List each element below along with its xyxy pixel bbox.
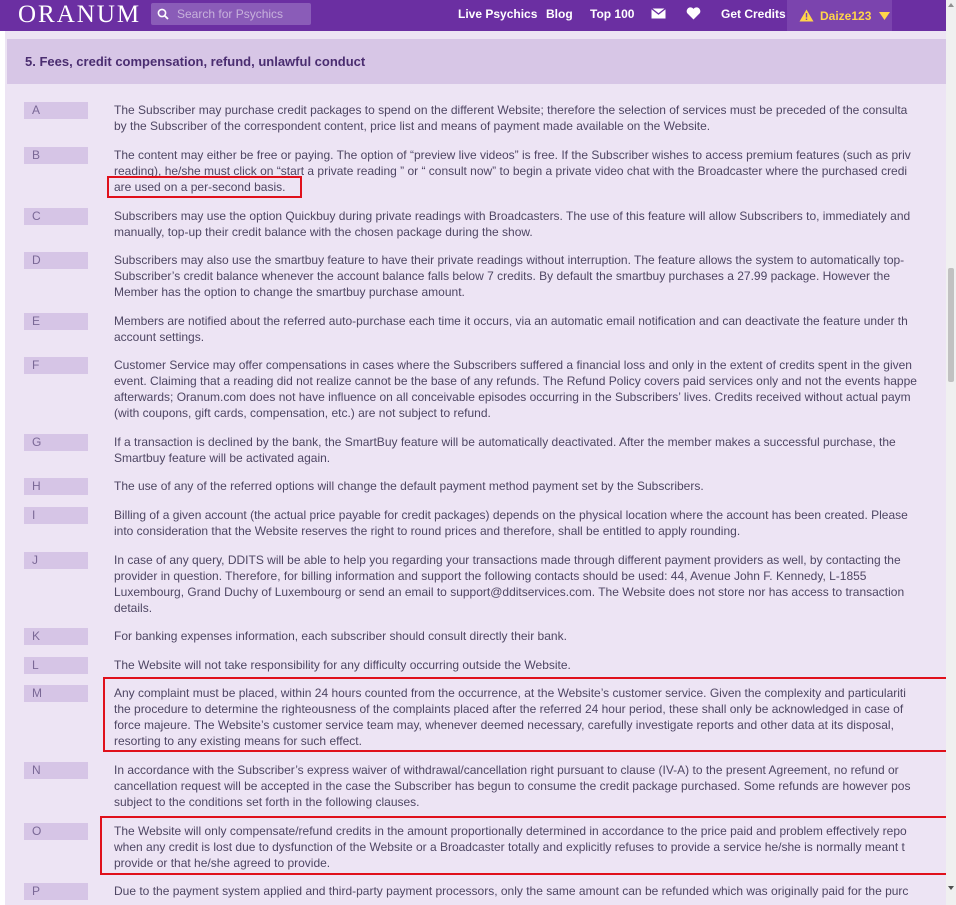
heart-icon[interactable] bbox=[686, 7, 701, 20]
clause-text: Billing of a given account (the actual p… bbox=[114, 508, 908, 538]
terms-content: 5. Fees, credit compensation, refund, un… bbox=[5, 31, 946, 905]
oranum-logo[interactable]: ORANUM bbox=[18, 0, 141, 31]
clause-letter: N bbox=[24, 762, 88, 779]
clause-text: The Website will only compensate/refund … bbox=[114, 824, 907, 870]
user-menu[interactable]: Daize123 bbox=[787, 0, 892, 31]
nav-live-psychics[interactable]: Live Psychics bbox=[458, 0, 537, 31]
clause-text: If a transaction is declined by the bank… bbox=[114, 435, 896, 465]
clause-text: In accordance with the Subscriber’s expr… bbox=[114, 763, 911, 809]
clause-text: In case of any query, DDITS will be able… bbox=[114, 553, 905, 615]
vertical-scrollbar[interactable] bbox=[946, 0, 956, 905]
clause-text: Subscribers may also use the smartbuy fe… bbox=[114, 253, 905, 299]
username: Daize123 bbox=[820, 8, 872, 23]
get-credits-link[interactable]: Get Credits bbox=[721, 0, 786, 31]
clause-letter: K bbox=[24, 628, 88, 645]
clause-text: Any complaint must be placed, within 24 … bbox=[114, 686, 906, 748]
clause-letter: E bbox=[24, 313, 88, 330]
scrollbar-thumb[interactable] bbox=[948, 268, 954, 382]
clause-text: For banking expenses information, each s… bbox=[114, 629, 567, 643]
clause-letter: P bbox=[24, 883, 88, 900]
clause-text: The content may either be free or paying… bbox=[114, 148, 911, 194]
search-box[interactable] bbox=[151, 3, 311, 25]
top-navigation-bar: ORANUM Live Psychics Blog Top 100 Get Cr… bbox=[0, 0, 946, 31]
clause-text: Subscribers may use the option Quickbuy … bbox=[114, 209, 911, 239]
clause-letter: M bbox=[24, 685, 88, 702]
clause-letter: C bbox=[24, 208, 88, 225]
clause-letter: B bbox=[24, 147, 88, 164]
clause-letter: F bbox=[24, 357, 88, 374]
chevron-down-icon bbox=[879, 11, 891, 20]
warning-icon bbox=[799, 9, 814, 22]
clause-text: The use of any of the referred options w… bbox=[114, 479, 704, 493]
clause-letter: O bbox=[24, 823, 88, 840]
scroll-down-arrow-icon[interactable] bbox=[948, 886, 954, 890]
search-input[interactable] bbox=[177, 7, 305, 21]
clause-text: Members are notified about the referred … bbox=[114, 314, 908, 344]
clause-text: The Website will not take responsibility… bbox=[114, 658, 571, 672]
scroll-up-arrow-icon[interactable] bbox=[948, 3, 954, 7]
clause-letter: D bbox=[24, 252, 88, 269]
clause-text: Due to the payment system applied and th… bbox=[114, 884, 909, 898]
section-title: 5. Fees, credit compensation, refund, un… bbox=[7, 39, 946, 84]
search-icon bbox=[157, 8, 169, 20]
nav-blog[interactable]: Blog bbox=[546, 0, 573, 31]
clause-letter: L bbox=[24, 657, 88, 674]
mail-icon[interactable] bbox=[651, 8, 666, 19]
clause-letter: J bbox=[24, 552, 88, 569]
clause-letter: H bbox=[24, 478, 88, 495]
clause-text: Customer Service may offer compensations… bbox=[114, 358, 917, 420]
clause-letter: G bbox=[24, 434, 88, 451]
nav-top-100[interactable]: Top 100 bbox=[590, 0, 634, 31]
clause-text: The Subscriber may purchase credit packa… bbox=[114, 103, 908, 133]
clause-letter: I bbox=[24, 507, 88, 524]
clause-letter: A bbox=[24, 102, 88, 119]
